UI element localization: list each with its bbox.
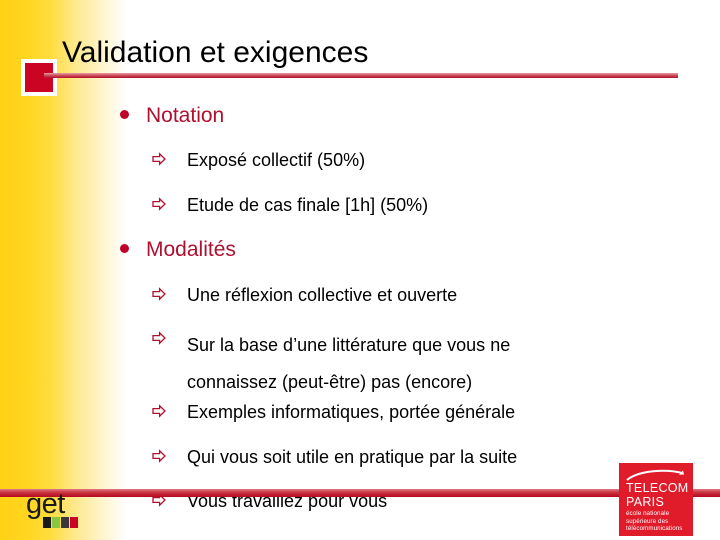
list-item-text: Exemples informatiques, portée générale bbox=[187, 402, 516, 422]
get-logo-color-blocks bbox=[43, 517, 78, 528]
section-heading-label: Modalités bbox=[146, 238, 236, 261]
list-item: Qui vous soit utile en pratique par la s… bbox=[152, 445, 517, 470]
bullet-arrow-icon bbox=[152, 331, 166, 345]
list-item: Exposé collectif (50%) bbox=[152, 148, 365, 173]
bullet-arrow-icon bbox=[152, 287, 166, 301]
get-logo: get bbox=[26, 489, 88, 531]
slide-body: Notation Exposé collectif (50%) Etude de… bbox=[0, 0, 720, 540]
section-heading-label: Notation bbox=[146, 104, 225, 127]
presentation-slide: Validation et exigences Notation Exposé … bbox=[0, 0, 720, 540]
list-item-text: Une réflexion collective et ouverte bbox=[187, 285, 458, 305]
bullet-arrow-icon bbox=[152, 449, 166, 463]
bullet-arrow-icon bbox=[152, 404, 166, 418]
telecom-paris-name: TELECOM PARIS bbox=[626, 481, 689, 509]
list-item-text: Qui vous soit utile en pratique par la s… bbox=[187, 447, 518, 467]
get-wordmark: get bbox=[26, 488, 65, 520]
logo-line-paris: PARIS bbox=[626, 494, 665, 509]
list-item-text: Sur la base d’une littérature que vous n… bbox=[187, 335, 511, 392]
list-item: Sur la base d’une littérature que vous n… bbox=[152, 327, 510, 401]
footer-red-bar bbox=[0, 489, 720, 497]
bullet-arrow-icon bbox=[152, 197, 166, 211]
bullet-dot-icon bbox=[120, 110, 129, 119]
logo-line-telecom: TELECOM bbox=[626, 481, 689, 495]
bullet-arrow-icon bbox=[152, 152, 166, 166]
bullet-dot-icon bbox=[120, 244, 129, 253]
section-heading-modalites: Modalités bbox=[120, 238, 236, 262]
list-item: Etude de cas finale [1h] (50%) bbox=[152, 193, 428, 218]
list-item: Exemples informatiques, portée générale bbox=[152, 400, 515, 425]
list-item-text: Etude de cas finale [1h] (50%) bbox=[187, 195, 429, 215]
list-item-text: Exposé collectif (50%) bbox=[187, 150, 366, 170]
telecom-paris-logo: TELECOM PARIS école nationale supérieure… bbox=[619, 463, 693, 536]
section-heading-notation: Notation bbox=[120, 104, 224, 128]
list-item: Une réflexion collective et ouverte bbox=[152, 283, 457, 308]
telecom-paris-subtitle: école nationale supérieure des télécommu… bbox=[626, 510, 683, 533]
